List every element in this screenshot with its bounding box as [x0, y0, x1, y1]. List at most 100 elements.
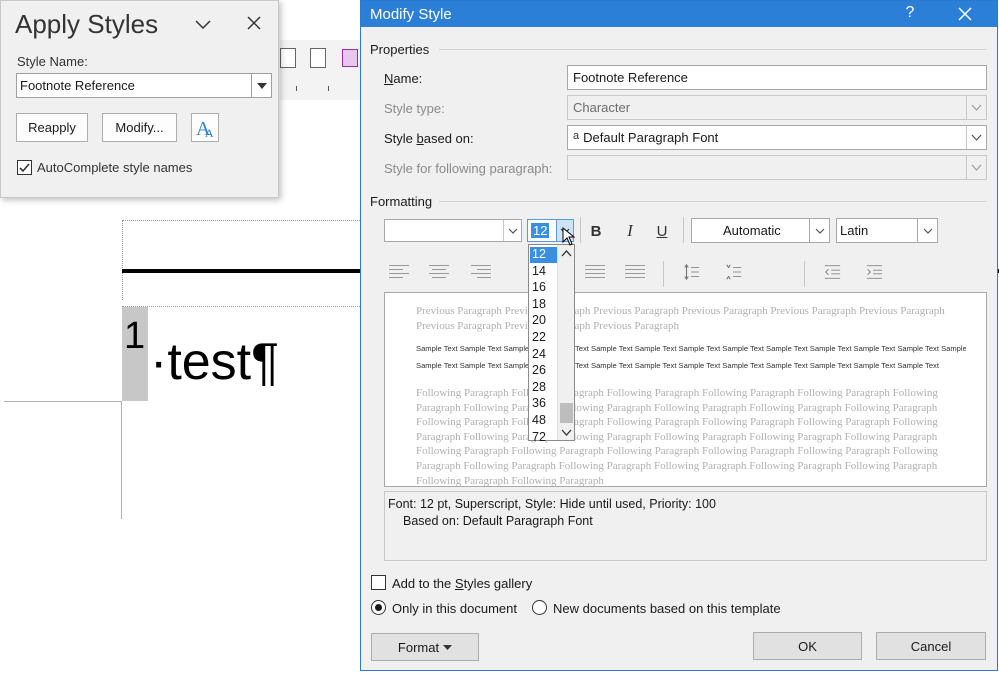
add-to-gallery-checkbox[interactable] [371, 575, 386, 590]
font-size-option[interactable]: 16 [530, 280, 557, 296]
name-label: Name: [384, 71, 423, 86]
footnote-separator [122, 269, 362, 273]
justify-icon[interactable] [585, 265, 605, 283]
font-name-select[interactable] [384, 219, 522, 242]
underline-button[interactable]: U [651, 221, 673, 241]
increase-indent-icon[interactable] [864, 263, 884, 281]
font-size-option[interactable]: 14 [530, 264, 557, 280]
script-value: Latin [840, 223, 869, 238]
cancel-button[interactable]: Cancel [876, 632, 986, 660]
paste-icon[interactable] [280, 48, 296, 68]
page-border-top [122, 220, 362, 221]
autocomplete-label: AutoComplete style names [37, 160, 193, 175]
based-on-value: Default Paragraph Font [583, 130, 719, 145]
style-type-select: Character [567, 95, 987, 120]
paragraph-spacing-icon[interactable] [723, 263, 743, 281]
apply-styles-pane: Apply Styles Style Name: Footnote Refere… [0, 0, 279, 198]
only-this-document-radio[interactable] [371, 600, 386, 615]
toolbar-separator [663, 261, 664, 287]
footnote-text[interactable]: ·test¶ [150, 332, 279, 392]
formatting-divider [439, 201, 987, 202]
line-spacing-icon[interactable] [681, 263, 701, 281]
font-name-dropdown[interactable] [503, 220, 521, 241]
bold-button[interactable]: B [585, 221, 607, 241]
chevron-down-icon [508, 228, 517, 234]
font-color-select[interactable]: Automatic [691, 218, 830, 243]
align-left-icon[interactable] [389, 265, 409, 283]
close-icon[interactable] [244, 13, 264, 33]
style-name-value: Footnote Reference [20, 78, 135, 93]
font-size-list[interactable]: 12 14 16 18 20 22 24 26 28 36 48 72 [528, 244, 575, 444]
italic-button[interactable]: I [619, 221, 641, 241]
checkmark-icon [19, 163, 30, 173]
based-on-select[interactable]: a Default Paragraph Font [567, 125, 987, 150]
chevron-down-icon[interactable] [560, 426, 573, 438]
close-icon[interactable] [955, 4, 975, 24]
style-name-dropdown-button[interactable] [251, 74, 271, 97]
margin-guide-vertical [121, 401, 122, 519]
modify-button[interactable]: Modify... [102, 113, 177, 142]
script-dropdown[interactable] [917, 219, 937, 242]
following-paragraph-label: Style for following paragraph: [384, 161, 553, 176]
only-this-document-label: Only in this document [392, 601, 518, 616]
font-color-dropdown[interactable] [809, 219, 829, 242]
save-icon[interactable] [342, 49, 358, 67]
page-border-mid [122, 306, 362, 307]
font-size-option[interactable]: 22 [530, 330, 557, 346]
character-style-icon: a [573, 130, 580, 142]
distribute-icon[interactable] [625, 265, 645, 283]
properties-heading: Properties [370, 42, 430, 57]
preview-sample-line-2: Sample Text Sample Text Sample Text Samp… [416, 361, 939, 370]
preview-sample-line-1: Sample Text Sample Text Sample Text Samp… [416, 344, 966, 353]
align-center-icon[interactable] [429, 265, 449, 283]
font-size-option[interactable]: 18 [530, 297, 557, 313]
based-on-label: Style based on: [384, 131, 474, 146]
name-input[interactable]: Footnote Reference [567, 65, 987, 90]
document-icon[interactable] [310, 48, 326, 68]
font-size-option[interactable]: 12 [530, 247, 557, 263]
dialog-titlebar[interactable]: Modify Style ? [361, 1, 997, 27]
add-to-gallery-label: Add to the Styles gallery [392, 576, 533, 591]
toolbar-separator [580, 217, 581, 243]
font-size-option[interactable]: 36 [530, 396, 557, 412]
autocomplete-checkbox[interactable] [17, 160, 32, 175]
style-description: Font: 12 pt, Superscript, Style: Hide un… [384, 491, 987, 561]
triangle-down-icon [256, 82, 267, 89]
font-size-option[interactable]: 26 [530, 363, 557, 379]
styles-icon: A A [196, 118, 214, 139]
align-right-icon[interactable] [471, 265, 491, 283]
footnote-reference-number[interactable]: 1 [122, 307, 148, 401]
chevron-up-icon[interactable] [560, 248, 573, 260]
chevron-down-icon[interactable] [194, 15, 212, 33]
description-line-2: Based on: Default Paragraph Font [403, 514, 593, 528]
styles-pane-button[interactable]: A A [191, 113, 219, 142]
new-documents-radio[interactable] [532, 600, 547, 615]
following-paragraph-select [567, 155, 987, 180]
description-line-1: Font: 12 pt, Superscript, Style: Hide un… [388, 497, 716, 511]
svg-text:A: A [205, 126, 214, 139]
script-select[interactable]: Latin [836, 218, 938, 243]
margin-guide-horizontal [4, 401, 122, 402]
font-size-option[interactable]: 28 [530, 380, 557, 396]
style-type-label: Style type: [384, 101, 445, 116]
font-size-option[interactable]: 48 [530, 413, 557, 429]
font-size-option[interactable]: 72 [530, 430, 557, 446]
scrollbar-thumb[interactable] [560, 403, 573, 423]
font-size-value[interactable]: 12 [531, 223, 550, 238]
font-size-scrollbar[interactable] [557, 245, 574, 440]
font-size-option[interactable]: 20 [530, 313, 557, 329]
style-name-input[interactable]: Footnote Reference [16, 73, 272, 98]
decrease-indent-icon[interactable] [822, 263, 842, 281]
reapply-button[interactable]: Reapply [16, 113, 88, 142]
style-type-value: Character [573, 100, 631, 115]
chevron-down-icon [923, 228, 932, 234]
based-on-dropdown[interactable] [966, 126, 986, 149]
format-button[interactable]: Format [371, 633, 479, 661]
font-color-value: Automatic [723, 223, 781, 238]
style-type-dropdown [966, 96, 986, 119]
following-paragraph-dropdown [966, 156, 986, 179]
ok-button[interactable]: OK [753, 632, 862, 660]
font-size-option[interactable]: 24 [530, 347, 557, 363]
chevron-down-icon [971, 104, 982, 111]
help-button[interactable]: ? [901, 4, 919, 24]
